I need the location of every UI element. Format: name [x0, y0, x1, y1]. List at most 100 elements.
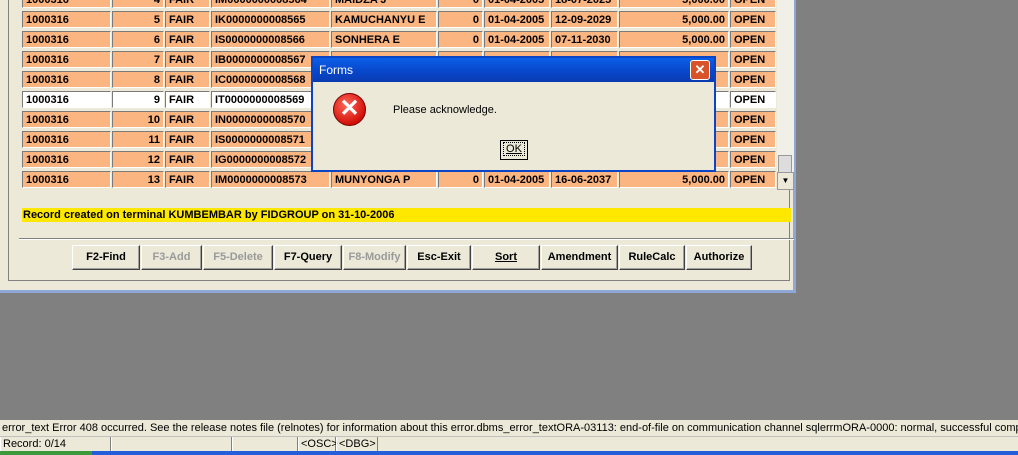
cell-id[interactable]: 1000316: [22, 131, 111, 148]
cell-seq[interactable]: 13: [112, 171, 164, 188]
scroll-down-icon[interactable]: ▼: [777, 172, 794, 190]
cell-grade[interactable]: FAIR: [165, 171, 210, 188]
cell-id[interactable]: 1000316: [22, 0, 111, 8]
cell-status[interactable]: OPEN: [730, 0, 776, 8]
cell-end[interactable]: 18-07-2025: [551, 0, 618, 8]
cell-grade[interactable]: FAIR: [165, 11, 210, 28]
cell-zero[interactable]: 0: [438, 171, 483, 188]
cell-name[interactable]: SONHERA E: [331, 31, 437, 48]
cell-seq[interactable]: 8: [112, 71, 164, 88]
close-icon[interactable]: ✕: [690, 60, 710, 80]
cell-status[interactable]: OPEN: [730, 111, 776, 128]
cell-seq[interactable]: 10: [112, 111, 164, 128]
scrollbar-thumb[interactable]: [778, 155, 792, 173]
cell-seq[interactable]: 7: [112, 51, 164, 68]
cell-seq[interactable]: 5: [112, 11, 164, 28]
cell-grade[interactable]: FAIR: [165, 111, 210, 128]
cell-name[interactable]: KAMUCHANYU E: [331, 11, 437, 28]
cell-grade[interactable]: FAIR: [165, 151, 210, 168]
status-pane-empty-1: [111, 437, 232, 451]
find-button[interactable]: F2-Find: [72, 245, 140, 270]
exit-button[interactable]: Esc-Exit: [407, 245, 471, 270]
status-pane-empty-2: [232, 437, 298, 451]
cell-start[interactable]: 01-04-2005: [484, 11, 550, 28]
cell-seq[interactable]: 12: [112, 151, 164, 168]
sort-button[interactable]: Sort: [472, 245, 540, 270]
cell-status[interactable]: OPEN: [730, 91, 776, 108]
delete-button[interactable]: F5-Delete: [203, 245, 273, 270]
error-message-line: error_text Error 408 occurred. See the r…: [0, 420, 1018, 436]
query-button[interactable]: F7-Query: [274, 245, 342, 270]
record-info-bar: Record created on terminal KUMBEMBAR by …: [22, 208, 791, 222]
cell-grade[interactable]: FAIR: [165, 91, 210, 108]
cell-end[interactable]: 12-09-2029: [551, 11, 618, 28]
taskbar: [0, 451, 1018, 455]
cell-zero[interactable]: 0: [438, 31, 483, 48]
cell-start[interactable]: 01-04-2005: [484, 171, 550, 188]
dbg-indicator: <DBG>: [336, 437, 378, 451]
cell-zero[interactable]: 0: [438, 0, 483, 8]
cell-seq[interactable]: 6: [112, 31, 164, 48]
table-row[interactable]: 1000316 4 FAIR IM0000000008564 MAIDZA J 0 01-0…: [22, 0, 776, 10]
grid-scrollbar[interactable]: ▼: [777, 0, 794, 190]
start-button[interactable]: [0, 451, 92, 455]
sort-button-label: Sort: [495, 251, 517, 263]
cell-grade[interactable]: FAIR: [165, 31, 210, 48]
cell-id[interactable]: 1000316: [22, 11, 111, 28]
cell-code[interactable]: IK0000000008565: [211, 11, 330, 28]
amendment-button[interactable]: Amendment: [541, 245, 618, 270]
cell-status[interactable]: OPEN: [730, 151, 776, 168]
cell-seq[interactable]: 4: [112, 0, 164, 8]
forms-dialog: Forms ✕ ✕ Please acknowledge. OK: [311, 56, 716, 172]
cell-grade[interactable]: FAIR: [165, 51, 210, 68]
cell-code[interactable]: IM0000000008573: [211, 171, 330, 188]
cell-status[interactable]: OPEN: [730, 131, 776, 148]
cell-status[interactable]: OPEN: [730, 11, 776, 28]
cell-seq[interactable]: 9: [112, 91, 164, 108]
cell-id[interactable]: 1000316: [22, 31, 111, 48]
error-icon: ✕: [333, 93, 366, 126]
ok-button-label: OK: [503, 142, 525, 156]
dialog-message: Please acknowledge.: [393, 104, 497, 116]
cell-name[interactable]: MAIDZA J: [331, 0, 437, 8]
cell-start[interactable]: 01-04-2005: [484, 0, 550, 8]
cell-seq[interactable]: 11: [112, 131, 164, 148]
cell-status[interactable]: OPEN: [730, 71, 776, 88]
authorize-button[interactable]: Authorize: [686, 245, 752, 270]
cell-code[interactable]: IS0000000008566: [211, 31, 330, 48]
cell-amount[interactable]: 5,000.00: [619, 11, 729, 28]
osc-indicator: <OSC>: [298, 437, 338, 451]
divider: [19, 238, 794, 240]
cell-status[interactable]: OPEN: [730, 31, 776, 48]
cell-amount[interactable]: 5,000.00: [619, 0, 729, 8]
cell-id[interactable]: 1000316: [22, 151, 111, 168]
cell-status[interactable]: OPEN: [730, 171, 776, 188]
status-bar: Record: 0/14 <OSC> <DBG>: [0, 436, 1018, 451]
dialog-title: Forms: [313, 58, 714, 82]
cell-amount[interactable]: 5,000.00: [619, 31, 729, 48]
cell-zero[interactable]: 0: [438, 11, 483, 28]
ok-button[interactable]: OK: [500, 140, 528, 160]
cell-end[interactable]: 07-11-2030: [551, 31, 618, 48]
cell-grade[interactable]: FAIR: [165, 0, 210, 8]
cell-id[interactable]: 1000316: [22, 91, 111, 108]
table-row[interactable]: 1000316 13 FAIR IM0000000008573 MUNYONGA P00…: [22, 170, 776, 190]
cell-grade[interactable]: FAIR: [165, 131, 210, 148]
add-button[interactable]: F3-Add: [141, 245, 202, 270]
table-row[interactable]: 1000316 6 FAIR IS0000000008566 SONHERA E 0 01-…: [22, 30, 776, 50]
cell-name[interactable]: MUNYONGA P: [331, 171, 437, 188]
cell-status[interactable]: OPEN: [730, 51, 776, 68]
cell-grade[interactable]: FAIR: [165, 71, 210, 88]
cell-amount[interactable]: 5,000.00: [619, 171, 729, 188]
cell-start[interactable]: 01-04-2005: [484, 31, 550, 48]
record-counter: Record: 0/14: [0, 437, 111, 451]
rulecalc-button[interactable]: RuleCalc: [619, 245, 685, 270]
cell-code[interactable]: IM0000000008564: [211, 0, 330, 8]
cell-id[interactable]: 1000316: [22, 111, 111, 128]
cell-end[interactable]: 16-06-2037: [551, 171, 618, 188]
cell-id[interactable]: 1000316: [22, 171, 111, 188]
table-row[interactable]: 1000316 5 FAIR IK0000000008565 KAMUCHANYU E0…: [22, 10, 776, 30]
cell-id[interactable]: 1000316: [22, 51, 111, 68]
cell-id[interactable]: 1000316: [22, 71, 111, 88]
modify-button[interactable]: F8-Modify: [343, 245, 406, 270]
